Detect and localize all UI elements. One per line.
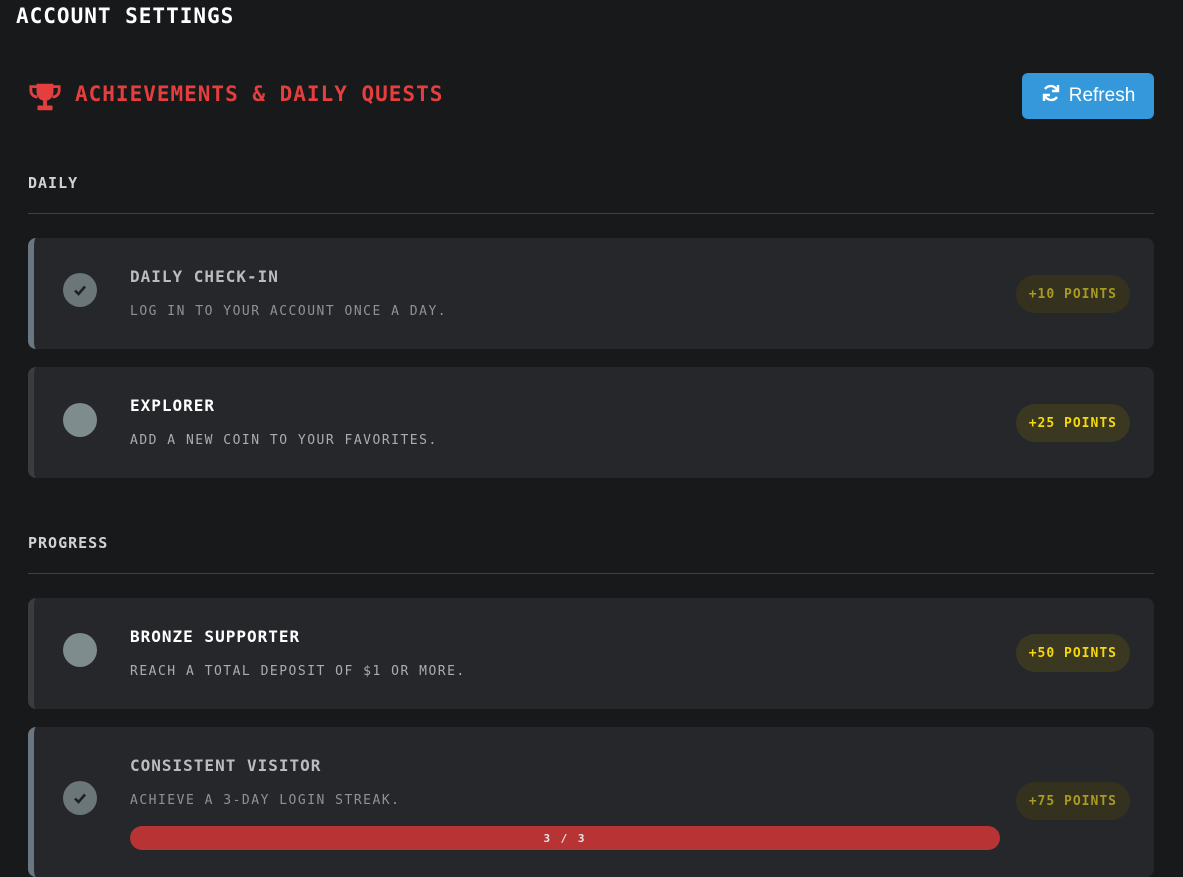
trophy-icon: [28, 81, 62, 113]
group-label-daily: Daily: [28, 174, 79, 192]
check-icon: [74, 285, 86, 296]
progress-bar: 3 / 3: [130, 826, 1000, 850]
achievements-header: Achievements & Daily Quests Refresh: [28, 73, 1154, 119]
status-indicator: [63, 781, 97, 815]
quest-description: Achieve a 3-day login streak.: [130, 793, 401, 808]
divider: [28, 213, 1154, 214]
section-title: Achievements & Daily Quests: [75, 82, 444, 106]
group-label-progress: Progress: [28, 534, 109, 552]
quest-description: Log in to your account once a day.: [130, 304, 448, 319]
quest-card-explorer: Explorer Add a new coin to your favorite…: [28, 367, 1154, 478]
quest-title: Bronze Supporter: [130, 627, 301, 646]
quest-card-daily-check-in: Daily Check-in Log in to your account on…: [28, 238, 1154, 349]
status-indicator: [63, 403, 97, 437]
quest-title: Daily Check-in: [130, 267, 279, 286]
status-indicator: [63, 633, 97, 667]
points-badge: +10 Points: [1015, 275, 1130, 313]
points-badge: +75 Points: [1015, 782, 1130, 820]
quest-card-bronze-supporter: Bronze Supporter Reach a total deposit o…: [28, 598, 1154, 709]
quest-title: Consistent Visitor: [130, 756, 322, 775]
points-badge: +25 Points: [1015, 404, 1130, 442]
sync-icon: [1041, 83, 1061, 109]
quest-card-consistent-visitor: Consistent Visitor Achieve a 3-day login…: [28, 727, 1154, 877]
points-badge: +50 Points: [1015, 634, 1130, 672]
quest-title: Explorer: [130, 396, 216, 415]
refresh-label: Refresh: [1068, 85, 1136, 106]
quest-description: Add a new coin to your favorites.: [130, 433, 438, 448]
status-indicator: [63, 273, 97, 307]
page-title: Account Settings: [16, 4, 235, 28]
quest-description: Reach a total deposit of $1 or more.: [130, 664, 466, 679]
refresh-button[interactable]: Refresh: [1022, 73, 1154, 119]
check-icon: [74, 793, 86, 804]
progress-text: 3 / 3: [543, 831, 587, 845]
divider: [28, 573, 1154, 574]
